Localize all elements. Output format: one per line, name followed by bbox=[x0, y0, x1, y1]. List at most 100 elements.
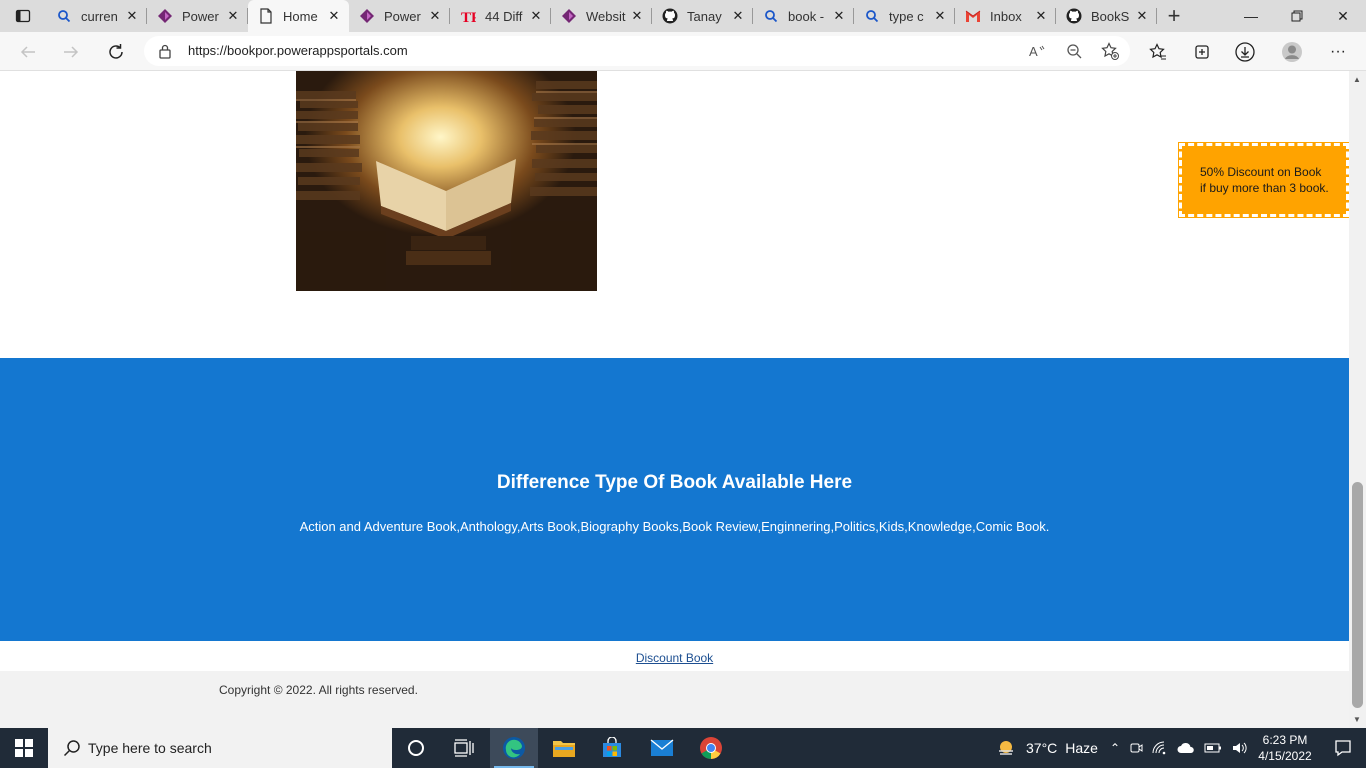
browser-tab[interactable]: BookS ✕ bbox=[1056, 0, 1157, 32]
file-explorer-taskbar-app[interactable] bbox=[540, 728, 588, 768]
banner-heading: Difference Type Of Book Available Here bbox=[496, 472, 853, 493]
browser-tab[interactable]: Power ✕ bbox=[147, 0, 248, 32]
zoom-out-icon[interactable] bbox=[1064, 41, 1084, 61]
new-tab-button[interactable]: + bbox=[1157, 0, 1191, 32]
gmail-icon bbox=[965, 8, 981, 24]
close-tab-icon[interactable]: ✕ bbox=[529, 8, 543, 24]
weather-widget[interactable]: 37°C Haze bbox=[996, 728, 1098, 768]
address-toolbar: https://bookpor.powerappsportals.com A ·… bbox=[0, 32, 1366, 71]
close-tab-icon[interactable]: ✕ bbox=[125, 8, 139, 24]
more-options-icon[interactable]: ··· bbox=[1327, 41, 1349, 63]
notification-icon bbox=[1335, 740, 1351, 757]
edge-icon bbox=[503, 737, 525, 759]
browser-tab[interactable]: type c ✕ bbox=[854, 0, 955, 32]
meet-now-icon[interactable] bbox=[1129, 741, 1143, 755]
wifi-icon[interactable] bbox=[1152, 741, 1168, 755]
system-tray: ⌃ bbox=[1110, 728, 1247, 768]
promo-line-1: 50% Discount on Book bbox=[1200, 165, 1322, 179]
close-tab-icon[interactable]: ✕ bbox=[832, 8, 846, 24]
forward-button[interactable] bbox=[57, 38, 85, 66]
search-icon bbox=[56, 8, 72, 24]
browser-tab[interactable]: Inbox ✕ bbox=[955, 0, 1056, 32]
browser-tab[interactable]: Power ✕ bbox=[349, 0, 450, 32]
folder-icon bbox=[553, 741, 575, 757]
minimize-button[interactable]: — bbox=[1228, 0, 1274, 32]
clock-date: 4/15/2022 bbox=[1258, 749, 1312, 763]
powerapps-icon bbox=[359, 8, 375, 24]
microsoft-store-taskbar-app[interactable] bbox=[588, 728, 636, 768]
search-placeholder[interactable]: Type here to search bbox=[88, 740, 212, 756]
back-button[interactable] bbox=[14, 38, 42, 66]
web-page: 50% Discount on Book if buy more than 3 … bbox=[0, 71, 1349, 728]
lock-icon[interactable] bbox=[158, 43, 172, 64]
back-arrow-icon bbox=[20, 46, 35, 58]
close-window-button[interactable]: ✕ bbox=[1320, 0, 1366, 32]
tab-actions-button[interactable] bbox=[0, 0, 46, 32]
weather-temp: 37°C bbox=[1026, 740, 1058, 756]
add-favorite-icon[interactable] bbox=[1100, 41, 1120, 61]
svg-text:TP: TP bbox=[461, 10, 476, 24]
notification-center-button[interactable] bbox=[1320, 728, 1366, 768]
close-tab-icon[interactable]: ✕ bbox=[933, 8, 947, 24]
browser-tab[interactable]: Websit ✕ bbox=[551, 0, 652, 32]
browser-tab[interactable]: Tanay ✕ bbox=[652, 0, 753, 32]
close-tab-icon[interactable]: ✕ bbox=[327, 8, 341, 24]
volume-icon[interactable] bbox=[1231, 741, 1247, 755]
onedrive-cloud-icon[interactable] bbox=[1177, 742, 1195, 754]
read-aloud-icon[interactable]: A bbox=[1028, 41, 1048, 61]
browser-tab-strip: curren ✕ Power ✕ Home ✕ Power ✕ TP 44 Diff ✕ Websit… bbox=[0, 0, 1366, 32]
mail-icon bbox=[650, 739, 674, 756]
cortana-button[interactable] bbox=[392, 728, 440, 768]
favorites-icon[interactable] bbox=[1147, 41, 1169, 63]
profile-avatar-icon[interactable] bbox=[1281, 41, 1303, 63]
scroll-down-icon[interactable]: ▼ bbox=[1353, 715, 1361, 724]
page-footer: Copyright © 2022. All rights reserved. bbox=[0, 671, 1349, 728]
close-tab-icon[interactable]: ✕ bbox=[226, 8, 240, 24]
powerapps-icon bbox=[561, 8, 577, 24]
tab-actions-icon bbox=[15, 9, 31, 23]
browser-tab[interactable]: curren ✕ bbox=[46, 0, 147, 32]
browser-tab[interactable]: book - ✕ bbox=[753, 0, 854, 32]
discount-promo-badge: 50% Discount on Book if buy more than 3 … bbox=[1178, 142, 1349, 218]
tab-label: Inbox bbox=[990, 8, 1022, 24]
tab-label: book - bbox=[788, 8, 825, 24]
scrollbar-thumb[interactable] bbox=[1352, 482, 1363, 708]
search-icon bbox=[62, 738, 82, 758]
close-tab-icon[interactable]: ✕ bbox=[731, 8, 745, 24]
copyright-text: Copyright © 2022. All rights reserved. bbox=[219, 683, 418, 697]
url-field[interactable]: https://bookpor.powerappsportals.com A bbox=[144, 36, 1130, 66]
close-tab-icon[interactable]: ✕ bbox=[1034, 8, 1048, 24]
discount-book-link[interactable]: Discount Book bbox=[636, 651, 713, 665]
mail-taskbar-app[interactable] bbox=[638, 728, 686, 768]
task-view-button[interactable] bbox=[440, 728, 488, 768]
scroll-up-icon[interactable]: ▲ bbox=[1353, 75, 1361, 84]
browser-tab[interactable]: TP 44 Diff ✕ bbox=[450, 0, 551, 32]
promo-line-2: if buy more than 3 book. bbox=[1200, 181, 1329, 195]
browser-tab[interactable]: Home ✕ bbox=[248, 0, 349, 32]
tab-label: curren bbox=[81, 8, 118, 24]
close-tab-icon[interactable]: ✕ bbox=[630, 8, 644, 24]
weather-desc: Haze bbox=[1065, 740, 1098, 756]
pinterest-icon: TP bbox=[460, 8, 476, 24]
restore-button[interactable] bbox=[1274, 0, 1320, 32]
restore-icon bbox=[1291, 10, 1303, 22]
tab-label: Home bbox=[283, 8, 318, 24]
show-hidden-icons-chevron-icon[interactable]: ⌃ bbox=[1110, 741, 1120, 755]
battery-icon[interactable] bbox=[1204, 742, 1222, 754]
window-controls: — ✕ bbox=[1228, 0, 1366, 32]
taskbar-clock[interactable]: 6:23 PM 4/15/2022 bbox=[1250, 732, 1320, 764]
page-scrollbar[interactable]: ▲ ▼ bbox=[1349, 71, 1366, 728]
refresh-button[interactable] bbox=[102, 38, 130, 66]
close-tab-icon[interactable]: ✕ bbox=[1135, 8, 1149, 24]
task-view-icon bbox=[454, 739, 474, 757]
close-tab-icon[interactable]: ✕ bbox=[428, 8, 442, 24]
search-icon bbox=[763, 8, 779, 24]
start-button[interactable] bbox=[0, 728, 48, 768]
downloads-icon[interactable] bbox=[1234, 41, 1256, 63]
collections-icon[interactable] bbox=[1191, 41, 1213, 63]
edge-taskbar-app[interactable] bbox=[490, 728, 538, 768]
chrome-taskbar-app[interactable] bbox=[687, 728, 735, 768]
refresh-icon bbox=[109, 44, 123, 59]
url-text[interactable]: https://bookpor.powerappsportals.com bbox=[188, 43, 408, 58]
taskbar-search-box[interactable]: Type here to search bbox=[48, 728, 392, 768]
